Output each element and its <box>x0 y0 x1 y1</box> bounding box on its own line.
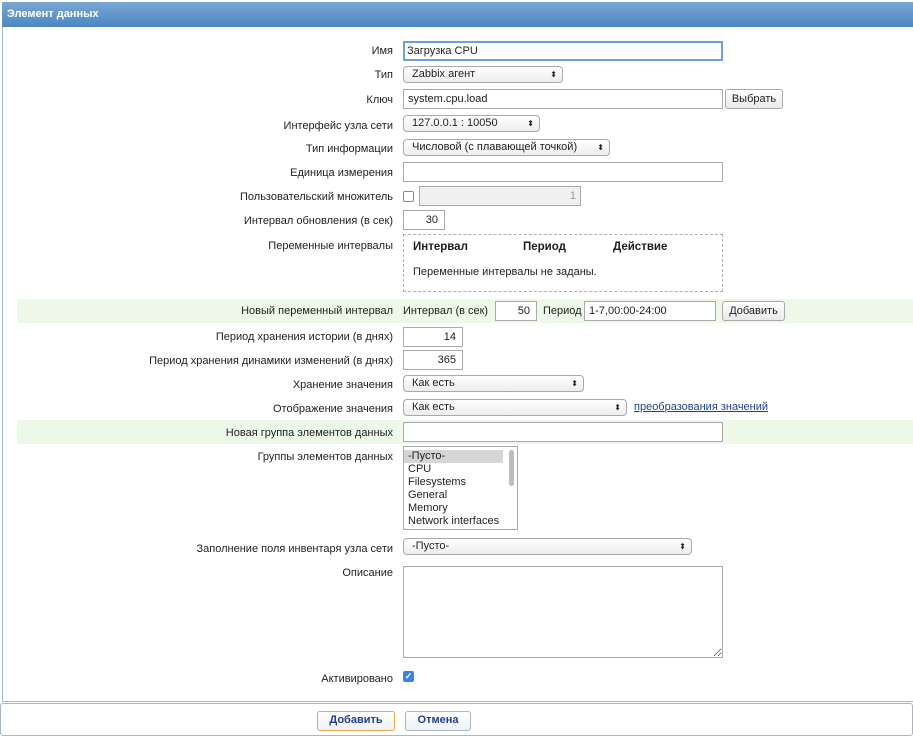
column-header-action: Действие <box>613 241 668 253</box>
add-button[interactable]: Добавить <box>317 711 395 731</box>
new-group-label: Новая группа элементов данных <box>225 427 393 439</box>
name-input[interactable]: Загрузка CPU <box>403 41 723 61</box>
updown-arrows-icon: ⬍ <box>679 542 686 551</box>
inventory-label: Заполнение поля инвентаря узла сети <box>196 543 393 555</box>
info-type-select-value: Числовой (с плавающей точкой) <box>412 141 578 153</box>
name-label: Имя <box>371 45 393 57</box>
value-mapping-link[interactable]: преобразования значений <box>634 401 768 413</box>
list-item[interactable]: Filesystems <box>404 476 517 489</box>
units-input[interactable] <box>403 162 723 182</box>
interface-select-value: 127.0.0.1 : 10050 <box>412 117 498 129</box>
info-type-label: Тип информации <box>305 143 393 155</box>
multiplier-checkbox[interactable] <box>403 191 414 202</box>
form-title: Элемент данных <box>2 2 913 27</box>
description-label: Описание <box>342 567 393 579</box>
updown-arrows-icon: ⬍ <box>571 379 578 388</box>
new-flex-interval-input[interactable]: 50 <box>495 301 537 321</box>
trends-input[interactable]: 365 <box>403 350 463 370</box>
enabled-checkbox[interactable]: ✓ <box>403 671 414 682</box>
show-value-select[interactable]: Как есть ⬍ <box>403 399 627 416</box>
description-textarea[interactable] <box>403 566 723 658</box>
cancel-button[interactable]: Отмена <box>405 711 471 731</box>
update-interval-label: Интервал обновления (в сек) <box>243 215 393 227</box>
multiplier-input: 1 <box>419 186 581 206</box>
history-input[interactable]: 14 <box>403 327 463 347</box>
info-type-select[interactable]: Числовой (с плавающей точкой) ⬍ <box>403 139 610 156</box>
list-item[interactable]: CPU <box>404 463 517 476</box>
form-footer: Добавить Отмена <box>0 703 913 736</box>
update-interval-input[interactable]: 30 <box>403 210 445 230</box>
updown-arrows-icon: ⬍ <box>527 119 534 128</box>
add-flex-interval-button[interactable]: Добавить <box>722 301 785 321</box>
trends-label: Период хранения динамики изменений (в дн… <box>149 355 393 367</box>
type-select[interactable]: Zabbix агент ⬍ <box>403 66 563 83</box>
list-item[interactable]: General <box>404 489 517 502</box>
list-item[interactable]: Memory <box>404 502 517 515</box>
flex-intervals-table: Интервал Период Действие Переменные инте… <box>403 234 723 292</box>
inventory-select-value: -Пусто- <box>412 540 450 552</box>
interface-label: Интерфейс узла сети <box>283 120 393 132</box>
key-label: Ключ <box>366 94 393 106</box>
groups-listbox[interactable]: -Пусто- CPU Filesystems General Memory N… <box>403 446 518 530</box>
inventory-select[interactable]: -Пусто- ⬍ <box>403 538 692 555</box>
interface-select[interactable]: 127.0.0.1 : 10050 ⬍ <box>403 115 540 132</box>
list-item[interactable]: Network interfaces <box>404 515 517 528</box>
store-value-select-value: Как есть <box>412 377 455 389</box>
type-label: Тип <box>374 69 393 81</box>
checkmark-icon: ✓ <box>404 671 413 681</box>
updown-arrows-icon: ⬍ <box>614 403 621 412</box>
type-select-value: Zabbix агент <box>412 68 476 80</box>
column-header-period: Период <box>523 241 566 253</box>
store-value-select[interactable]: Как есть ⬍ <box>403 375 584 392</box>
new-flex-period-input[interactable]: 1-7,00:00-24:00 <box>584 301 716 321</box>
store-value-label: Хранение значения <box>292 379 393 391</box>
column-header-interval: Интервал <box>413 241 468 253</box>
new-flex-interval-interval-label: Интервал (в сек) <box>403 305 489 317</box>
new-group-input[interactable] <box>403 422 723 442</box>
multiplier-label: Пользовательский множитель <box>240 191 393 203</box>
groups-label: Группы элементов данных <box>257 451 393 463</box>
new-flex-interval-label: Новый переменный интервал <box>241 305 393 317</box>
updown-arrows-icon: ⬍ <box>550 70 557 79</box>
flex-intervals-label: Переменные интервалы <box>268 240 393 252</box>
select-key-button[interactable]: Выбрать <box>725 89 783 109</box>
flex-intervals-empty-text: Переменные интервалы не заданы. <box>413 266 597 278</box>
show-value-label: Отображение значения <box>272 403 393 415</box>
list-item[interactable]: -Пусто- <box>404 450 503 463</box>
new-flex-period-label: Период <box>543 305 582 317</box>
history-label: Период хранения истории (в днях) <box>215 331 393 343</box>
units-label: Единица измерения <box>290 167 393 179</box>
updown-arrows-icon: ⬍ <box>597 143 604 152</box>
show-value-select-value: Как есть <box>412 401 455 413</box>
listbox-scrollbar[interactable] <box>509 450 514 486</box>
enabled-label: Активировано <box>321 673 393 685</box>
key-input[interactable]: system.cpu.load <box>403 89 723 109</box>
